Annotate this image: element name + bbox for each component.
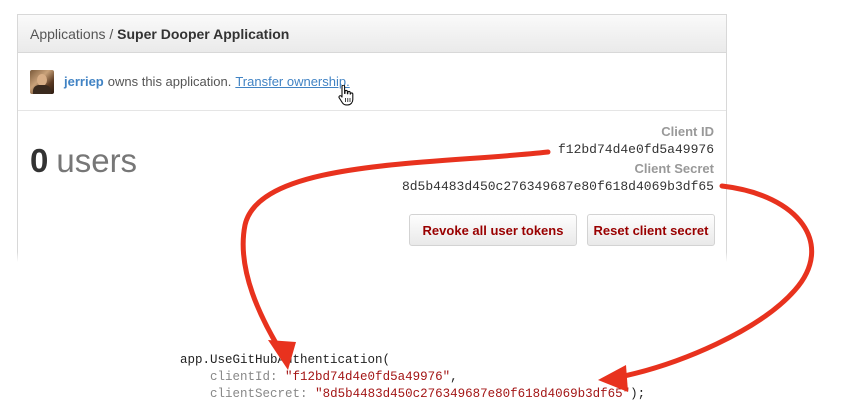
code-client-id-value: "f12bd74d4e0fd5a49976" [285,370,451,384]
hand-pointer-icon [338,85,354,106]
breadcrumb-applications-link[interactable]: Applications [30,26,106,42]
reset-secret-button[interactable]: Reset client secret [587,214,715,246]
transfer-ownership-link[interactable]: Transfer ownership. [235,74,349,89]
client-secret-label: Client Secret [634,161,714,176]
client-secret-value: 8d5b4483d450c276349687e80f618d4069b3df65 [401,179,714,194]
avatar[interactable] [30,69,54,94]
code-client-id-end: , [450,370,458,384]
owner-username-link[interactable]: jerriep [64,74,104,89]
code-snippet: app.UseGitHubAuthentication( clientId: "… [180,352,645,403]
users-count-unit: users [56,142,138,179]
breadcrumb-separator: / [109,26,114,42]
code-line-1: app.UseGitHubAuthentication( [180,353,391,367]
owner-text: owns this application. [107,74,232,89]
client-id-value: f12bd74d4e0fd5a49976 [557,142,714,157]
users-count: 0 users [30,142,137,180]
code-client-secret-key: clientSecret: [210,387,308,401]
application-panel: Applications / Super Dooper Application … [17,14,727,262]
code-client-secret-end: ); [630,387,646,401]
code-client-secret-value: "8d5b4483d450c276349687e80f618d4069b3df6… [315,387,631,401]
code-client-id-key: clientId: [210,370,278,384]
breadcrumb: Applications / Super Dooper Application [18,15,726,53]
page-title: Super Dooper Application [117,26,290,42]
owner-row: jerriep owns this application. Transfer … [18,53,726,111]
client-id-label: Client ID [661,124,714,139]
revoke-tokens-button[interactable]: Revoke all user tokens [409,214,577,246]
credentials: Client ID f12bd74d4e0fd5a49976 Client Se… [402,123,714,197]
users-count-number: 0 [30,142,49,179]
